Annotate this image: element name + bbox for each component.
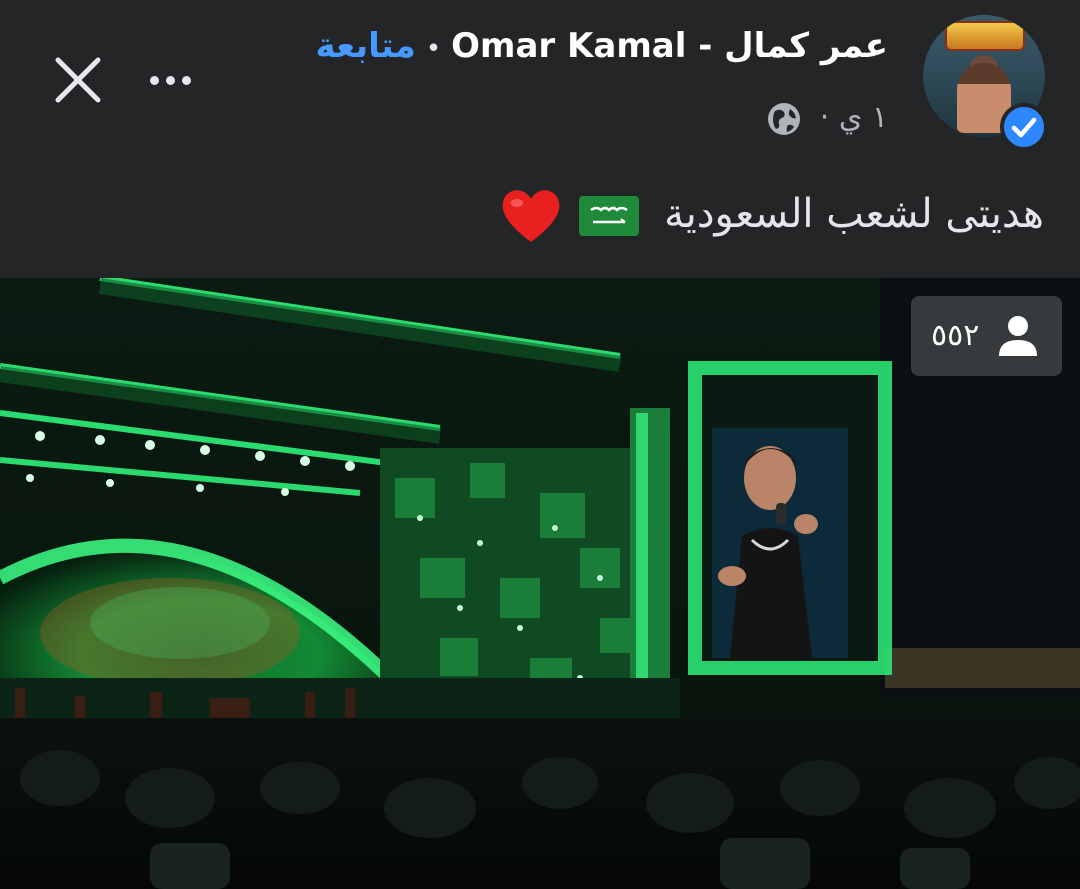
saudi-flag-icon [579,196,640,236]
viewer-count: ٥٥٢ [931,318,980,353]
time-separator: · [819,100,830,135]
close-button[interactable] [48,50,108,110]
verified-check-icon [1000,103,1048,151]
post-header: عمر كمال - Omar Kamal • متابعة ١ ي · هديتى… [0,0,1080,278]
live-viewer-badge: ٥٥٢ [911,296,1062,376]
page-name-link[interactable]: عمر كمال - Omar Kamal [451,26,888,66]
caption-text: هديتى لشعب السعودية [664,191,1044,237]
person-icon [999,316,1037,356]
post-caption: هديتى لشعب السعودية [499,182,1044,246]
post-video[interactable]: ٥٥٢ [0,278,1080,889]
post-author-line: عمر كمال - Omar Kamal • متابعة [316,26,888,66]
name-separator: • [425,34,442,64]
more-options-button[interactable] [140,58,210,102]
close-icon [55,57,101,103]
red-heart-icon [502,190,560,242]
post-meta: ١ ي · [766,98,888,138]
globe-icon[interactable] [766,101,802,137]
follow-button[interactable]: متابعة [316,26,416,66]
post-time[interactable]: ١ ي [839,100,888,135]
